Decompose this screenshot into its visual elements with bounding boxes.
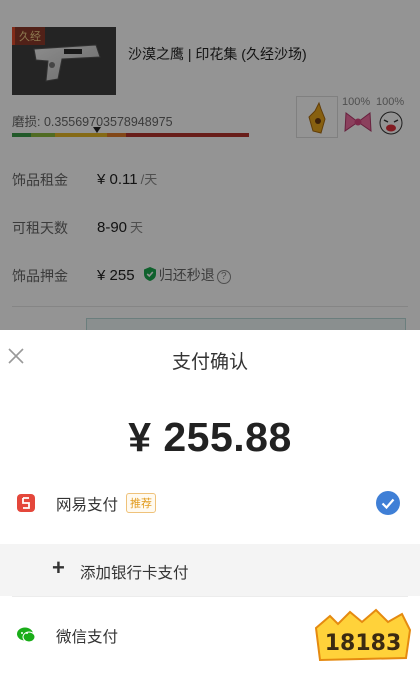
check-icon[interactable] — [376, 491, 400, 515]
modal-overlay[interactable] — [0, 0, 420, 330]
add-bank-card-label: 添加银行卡支付 — [80, 565, 189, 582]
wechat-pay-label: 微信支付 — [56, 629, 119, 646]
netease-pay-icon — [17, 494, 35, 512]
netease-pay-option[interactable]: 网易支付 推荐 — [0, 478, 420, 530]
recommend-badge: 推荐 — [126, 493, 156, 513]
add-bank-card-button[interactable]: + 添加银行卡支付 — [0, 544, 420, 596]
divider — [12, 596, 408, 597]
watermark-text: 18183 — [325, 631, 402, 656]
wechat-pay-icon — [17, 627, 36, 643]
netease-pay-label: 网易支付 — [56, 497, 119, 514]
watermark-logo: 18183 — [314, 608, 412, 662]
payment-amount: ¥ 255.88 — [128, 414, 292, 460]
sheet-title: 支付确认 — [171, 352, 248, 373]
plus-icon: + — [52, 555, 65, 580]
